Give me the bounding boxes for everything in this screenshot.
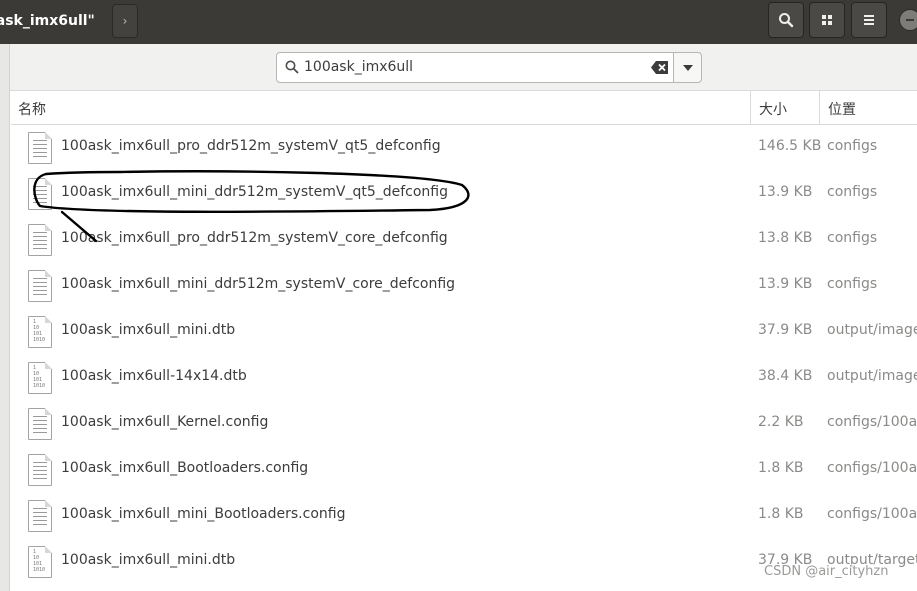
file-name: 100ask_imx6ull_mini_ddr512m_systemV_core… <box>61 276 456 292</box>
file-name: 100ask_imx6ull-14x14.dtb <box>61 368 247 384</box>
search-options-dropdown[interactable] <box>673 52 702 83</box>
file-name: 100ask_imx6ull_Kernel.config <box>61 414 269 430</box>
text-file-icon <box>28 270 52 302</box>
file-location: configs/100as <box>827 506 917 522</box>
header-bar: 0ask_imx6ull" › <box>0 0 917 44</box>
grid-icon <box>822 15 832 25</box>
file-list: 100ask_imx6ull_pro_ddr512m_systemV_qt5_d… <box>11 125 917 591</box>
path-bar-current-folder[interactable]: 0ask_imx6ull" <box>0 0 112 42</box>
file-size: 146.5 KB <box>758 138 822 154</box>
sidebar-edge <box>0 44 10 591</box>
file-size: 13.8 KB <box>758 230 813 246</box>
clear-search-icon[interactable] <box>651 60 669 75</box>
file-location: output/image <box>827 322 917 338</box>
text-file-icon <box>28 454 52 486</box>
file-row[interactable]: 100ask_imx6ull_mini_ddr512m_systemV_core… <box>11 263 917 309</box>
file-location: configs <box>827 230 878 246</box>
path-label: 0ask_imx6ull" <box>0 13 95 29</box>
file-size: 13.9 KB <box>758 184 813 200</box>
file-location: output/image <box>827 368 917 384</box>
file-name: 100ask_imx6ull_mini.dtb <box>61 552 236 568</box>
search-button[interactable] <box>768 2 804 38</box>
file-size: 1.8 KB <box>758 506 804 522</box>
file-row[interactable]: 1 10 101 1010 100ask_imx6ull_mini.dtb 37.9 KB… <box>11 309 917 355</box>
file-size: 13.9 KB <box>758 276 813 292</box>
hamburger-icon <box>864 15 874 25</box>
file-name: 100ask_imx6ull_mini_Bootloaders.config <box>61 506 346 522</box>
file-location: configs <box>827 184 878 200</box>
file-location: configs/100as <box>827 460 917 476</box>
text-file-icon <box>28 500 52 532</box>
binary-file-icon: 1 10 101 1010 <box>28 546 52 578</box>
chevron-right-icon: › <box>122 14 128 28</box>
file-row[interactable]: 100ask_imx6ull_Bootloaders.config 1.8 KB c… <box>11 447 917 493</box>
watermark: CSDN @air_cityhzn <box>764 564 889 579</box>
file-location: configs/100as <box>827 414 917 430</box>
file-size: 2.2 KB <box>758 414 804 430</box>
column-size-header[interactable]: 大小 <box>759 99 787 119</box>
file-row[interactable]: 100ask_imx6ull_mini_ddr512m_systemV_qt5_… <box>11 171 917 217</box>
file-size: 38.4 KB <box>758 368 813 384</box>
column-divider <box>750 91 751 125</box>
text-file-icon <box>28 178 52 210</box>
search-icon <box>779 13 794 28</box>
text-file-icon <box>28 132 52 164</box>
file-size: 1.8 KB <box>758 460 804 476</box>
file-location: configs <box>827 276 878 292</box>
file-row[interactable]: 100ask_imx6ull_pro_ddr512m_systemV_core_… <box>11 217 917 263</box>
file-name: 100ask_imx6ull_mini_ddr512m_systemV_qt5_… <box>61 184 448 200</box>
file-row[interactable]: 1 10 101 1010 100ask_imx6ull-14x14.dtb 38.4 K… <box>11 355 917 401</box>
file-location: configs <box>827 138 878 154</box>
binary-file-icon: 1 10 101 1010 <box>28 362 52 394</box>
file-name: 100ask_imx6ull_mini.dtb <box>61 322 236 338</box>
path-forward-button[interactable]: › <box>112 4 138 38</box>
search-input[interactable]: 100ask_imx6ull <box>304 59 413 75</box>
view-toggle-button[interactable] <box>809 2 845 38</box>
search-icon <box>285 60 299 74</box>
text-file-icon <box>28 408 52 440</box>
column-location-header[interactable]: 位置 <box>828 99 856 119</box>
file-name: 100ask_imx6ull_pro_ddr512m_systemV_core_… <box>61 230 448 246</box>
window-minimize-button[interactable] <box>899 9 917 31</box>
file-name: 100ask_imx6ull_Bootloaders.config <box>61 460 309 476</box>
text-file-icon <box>28 224 52 256</box>
column-header: 名称 大小 位置 <box>11 91 917 125</box>
file-name: 100ask_imx6ull_pro_ddr512m_systemV_qt5_d… <box>61 138 441 154</box>
file-row[interactable]: 100ask_imx6ull_Kernel.config 2.2 KB config… <box>11 401 917 447</box>
column-name-header[interactable]: 名称 <box>18 99 46 119</box>
column-divider <box>819 91 820 125</box>
binary-file-icon: 1 10 101 1010 <box>28 316 52 348</box>
file-row[interactable]: 100ask_imx6ull_pro_ddr512m_systemV_qt5_d… <box>11 125 917 171</box>
file-size: 37.9 KB <box>758 322 813 338</box>
menu-button[interactable] <box>851 2 887 38</box>
file-row[interactable]: 100ask_imx6ull_mini_Bootloaders.config 1.… <box>11 493 917 539</box>
search-field[interactable]: 100ask_imx6ull <box>276 52 674 83</box>
